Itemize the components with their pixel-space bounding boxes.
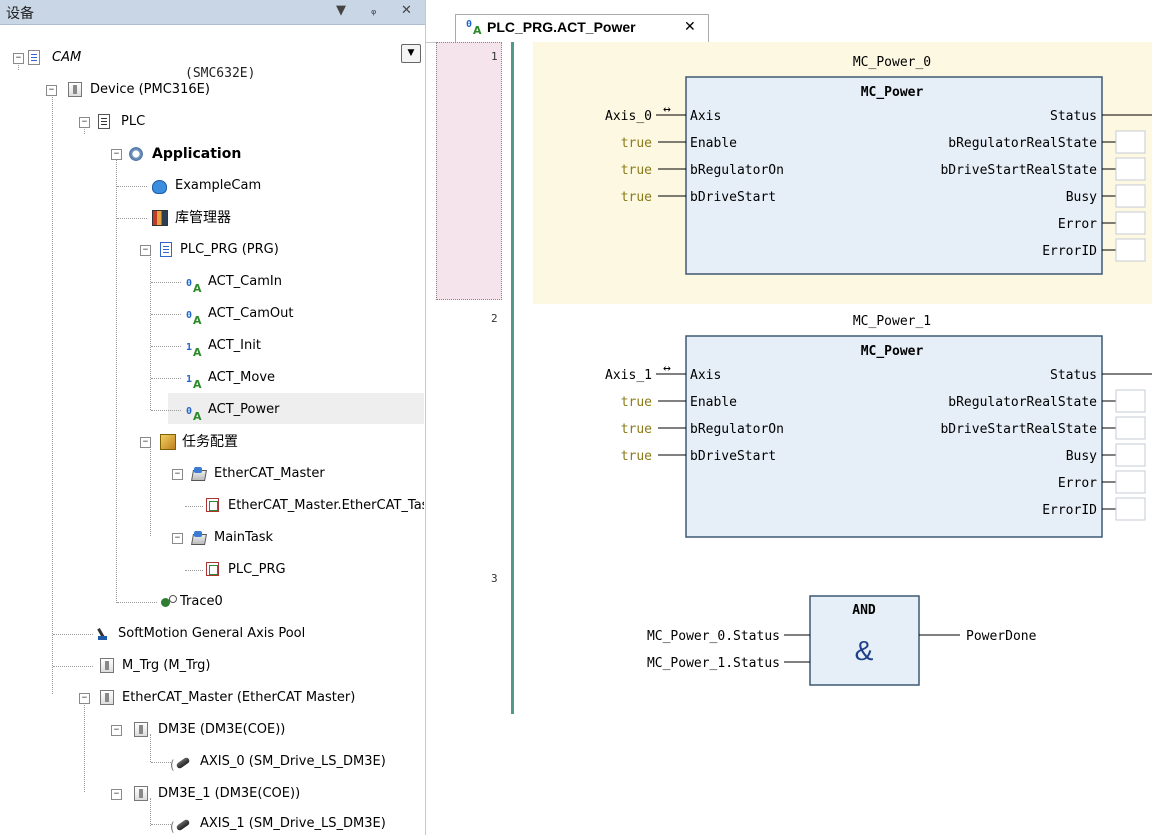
and-symbol: &	[855, 635, 874, 666]
fb1-output-busy: Busy	[1066, 449, 1097, 464]
fb0-input-axis: Axis	[690, 109, 721, 124]
fb1-output-error: Error	[1058, 476, 1097, 491]
fb1-bdrivestart-value[interactable]: true	[621, 449, 652, 464]
fb1-instance-name[interactable]: MC_Power_1	[853, 314, 931, 329]
fb0-input-bdrivestart: bDriveStart	[690, 190, 776, 205]
fb1-input-enable: Enable	[690, 395, 737, 410]
fb0-bdrivestart-value[interactable]: true	[621, 190, 652, 205]
fb0-bregulatoron-value[interactable]: true	[621, 163, 652, 178]
fbd-diagram: MC_Power_0 MC_Power Axis Enable bRegulat…	[605, 55, 1152, 686]
fb0-output-bdrivestartrealstate: bDriveStartRealState	[940, 163, 1097, 178]
fb1-output-status: Status	[1050, 368, 1097, 383]
fb1-enable-value[interactable]: true	[621, 395, 652, 410]
fb0-output-busy: Busy	[1066, 190, 1097, 205]
fb1-input-bdrivestart: bDriveStart	[690, 449, 776, 464]
fb0-output-error: Error	[1058, 217, 1097, 232]
fb1-output-errorid: ErrorID	[1042, 503, 1097, 518]
fb1-type: MC_Power	[861, 344, 924, 359]
fb0-type: MC_Power	[861, 85, 924, 100]
and-input-1[interactable]: MC_Power_0.Status	[647, 629, 780, 644]
fb0-output-placeholders[interactable]	[1115, 130, 1146, 262]
fb0-output-errorid: ErrorID	[1042, 244, 1097, 259]
fb0-enable-value[interactable]: true	[621, 136, 652, 151]
fb0-instance-name[interactable]: MC_Power_0	[853, 55, 931, 70]
fb1-output-placeholders[interactable]	[1115, 389, 1146, 521]
fb1-output-bdrivestartrealstate: bDriveStartRealState	[940, 422, 1097, 437]
and-input-2[interactable]: MC_Power_1.Status	[647, 656, 780, 671]
fb1-input-axis: Axis	[690, 368, 721, 383]
fb0-input-bregulatoron: bRegulatorOn	[690, 163, 784, 178]
fb1-output-bregulatorrealstate: bRegulatorRealState	[948, 395, 1097, 410]
fb1-axis-value[interactable]: Axis_1	[605, 368, 652, 383]
fb0-output-status: Status	[1050, 109, 1097, 124]
and-output[interactable]: PowerDone	[966, 629, 1037, 644]
fb1-input-bregulatoron: bRegulatorOn	[690, 422, 784, 437]
fb0-input-enable: Enable	[690, 136, 737, 151]
fb0-axis-value[interactable]: Axis_0	[605, 109, 652, 124]
and-block-title: AND	[852, 603, 876, 618]
fb1-bregulatoron-value[interactable]: true	[621, 422, 652, 437]
fb0-output-bregulatorrealstate: bRegulatorRealState	[948, 136, 1097, 151]
